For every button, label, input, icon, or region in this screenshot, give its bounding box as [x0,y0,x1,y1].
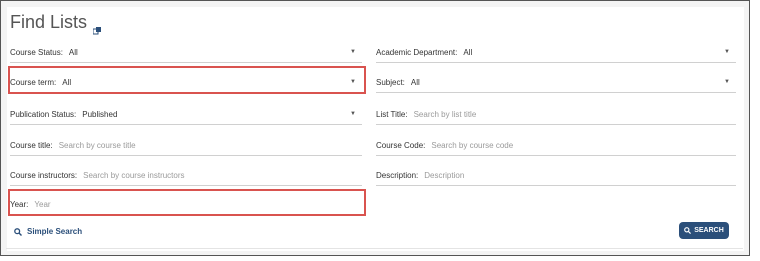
course-term-highlight [8,66,366,94]
academic-department-select[interactable]: Academic Department: All ▼ [376,40,736,63]
chevron-down-icon: ▼ [350,49,356,55]
list-title-field[interactable]: List Title: Search by list title [376,102,736,125]
help-icon[interactable] [92,19,102,34]
row-course-title: Course title: Search by course title Cou… [10,133,736,156]
chevron-down-icon: ▼ [350,111,356,117]
chevron-down-icon: ▼ [724,79,730,85]
window-frame [0,0,750,256]
description-field[interactable]: Description: Description [376,163,736,186]
course-status-select[interactable]: Course Status: All ▼ [10,40,362,63]
search-button[interactable]: SEARCH [679,222,729,239]
divider [6,248,743,249]
search-icon [14,227,22,236]
row-publication-status: Publication Status: Published ▼ List Tit… [10,102,736,125]
subject-select[interactable]: Subject: All ▼ [376,70,736,93]
simple-search-link[interactable]: Simple Search [14,227,82,236]
page-title: Find Lists [10,12,102,34]
row-course-status: Course Status: All ▼ Academic Department… [10,40,736,63]
search-icon [684,227,692,234]
course-title-field[interactable]: Course title: Search by course title [10,133,362,156]
publication-status-select[interactable]: Publication Status: Published ▼ [10,102,362,125]
course-instructors-field[interactable]: Course instructors: Search by course ins… [10,163,362,186]
year-highlight [8,189,366,216]
row-course-instructors: Course instructors: Search by course ins… [10,163,736,186]
chevron-down-icon: ▼ [724,49,730,55]
course-code-field[interactable]: Course Code: Search by course code [376,133,736,156]
